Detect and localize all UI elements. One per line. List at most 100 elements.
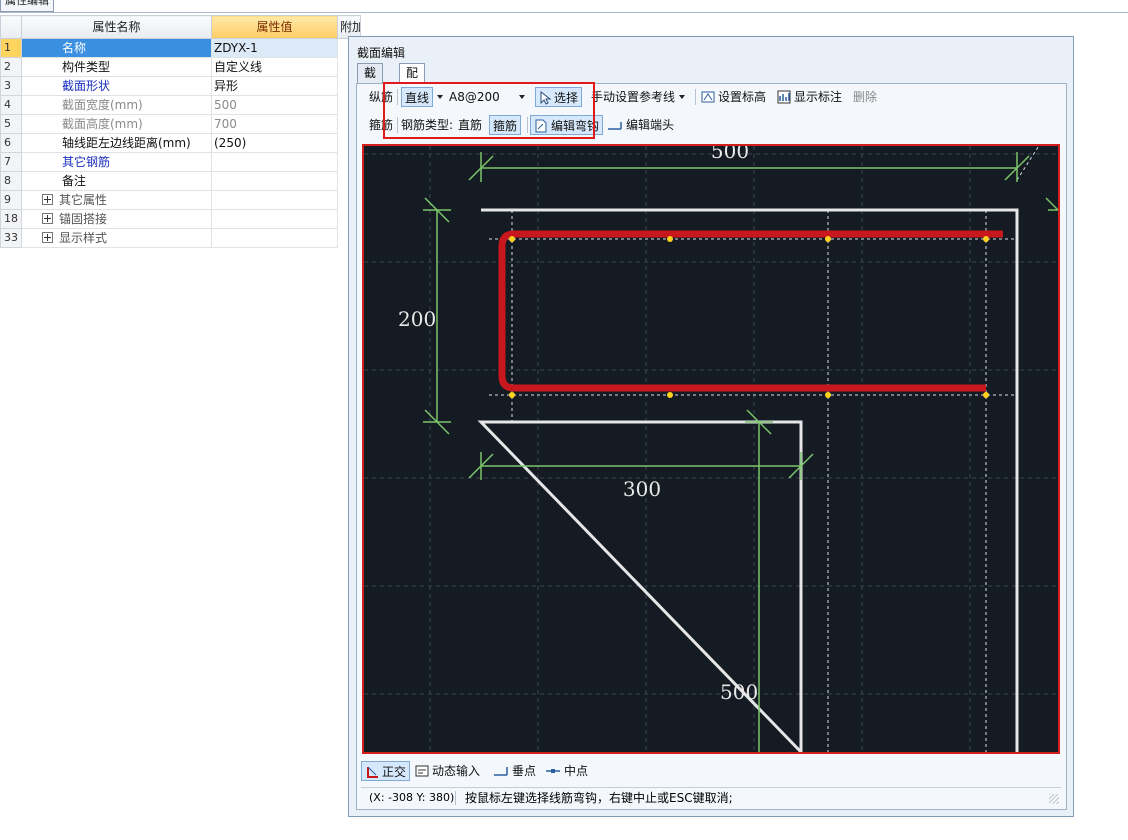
property-value[interactable] bbox=[211, 171, 338, 191]
elevation-icon bbox=[701, 91, 715, 103]
rebar-spec-value: A8@200 bbox=[449, 90, 500, 104]
tab-section[interactable]: 截面 bbox=[357, 63, 384, 99]
table-row[interactable]: 3 截面形状 异形 bbox=[0, 76, 361, 96]
toolbar-separator bbox=[397, 89, 398, 105]
ortho-toggle[interactable]: 正交 bbox=[361, 761, 411, 781]
row-number: 2 bbox=[0, 57, 22, 77]
delete-button[interactable]: 删除 bbox=[853, 87, 877, 107]
longitudinal-rebar-button[interactable]: 纵筋 bbox=[369, 87, 393, 107]
chevron-down-icon bbox=[678, 95, 685, 99]
edit-hook-button[interactable]: 编辑弯钩 bbox=[530, 115, 604, 135]
dimension-lines bbox=[423, 152, 1058, 752]
edit-end-button[interactable]: 编辑端头 bbox=[607, 115, 674, 135]
resize-grip-icon[interactable] bbox=[1049, 794, 1059, 804]
table-row[interactable]: 18 锚固搭接 bbox=[0, 209, 361, 229]
property-value[interactable] bbox=[211, 209, 338, 229]
table-row[interactable]: 2 构件类型 自定义线 bbox=[0, 57, 361, 77]
property-value[interactable]: 自定义线 bbox=[211, 57, 338, 77]
row-number: 33 bbox=[0, 228, 22, 248]
show-annotation-label: 显示标注 bbox=[794, 90, 843, 104]
status-divider bbox=[455, 791, 456, 805]
reinforcement-panel: 纵筋 直线 A8@200 选择 手动设置参考线 设置标高 显示标注 删除 箍筋 … bbox=[356, 82, 1067, 810]
cursor-coordinates: (X: -308 Y: 380) bbox=[369, 791, 455, 804]
group-label: 锚固搭接 bbox=[59, 212, 108, 226]
row-number: 1 bbox=[0, 38, 22, 58]
toolbar-row-2: 箍筋 钢筋类型: 直筋 箍筋 编辑弯钩 编辑端头 bbox=[361, 112, 1061, 136]
chevron-down-icon bbox=[437, 95, 443, 99]
status-bar: (X: -308 Y: 380) 按鼠标左键选择线筋弯钩，右键中止或ESC键取消… bbox=[361, 787, 1061, 808]
property-name[interactable]: 其它钢筋 bbox=[21, 152, 212, 172]
expand-icon[interactable] bbox=[42, 194, 53, 205]
midpoint-snap-toggle[interactable]: 中点 bbox=[545, 761, 588, 781]
property-value[interactable] bbox=[211, 228, 338, 248]
stirrup-button[interactable]: 箍筋 bbox=[369, 115, 393, 135]
property-name[interactable]: 构件类型 bbox=[21, 57, 212, 77]
dynamic-input-toggle[interactable]: 动态输入 bbox=[415, 761, 480, 781]
property-name[interactable]: 截面形状 bbox=[21, 76, 212, 96]
property-value[interactable]: 异形 bbox=[211, 76, 338, 96]
stirrup-rebar[interactable] bbox=[498, 230, 1003, 392]
row-number: 9 bbox=[0, 190, 22, 210]
hoop-bar-option[interactable]: 箍筋 bbox=[489, 115, 522, 135]
property-value[interactable]: ZDYX-1 bbox=[211, 38, 338, 58]
manual-reference-line-button[interactable]: 手动设置参考线 bbox=[591, 87, 685, 107]
perpendicular-snap-toggle[interactable]: 垂点 bbox=[493, 761, 536, 781]
ortho-label: 正交 bbox=[382, 765, 407, 779]
property-group[interactable]: 锚固搭接 bbox=[21, 209, 212, 229]
tab-reinforcement[interactable]: 配筋 bbox=[399, 63, 426, 99]
table-row[interactable]: 33 显示样式 bbox=[0, 228, 361, 248]
table-row[interactable]: 1 名称 ZDYX-1 bbox=[0, 38, 361, 58]
dynamic-input-icon bbox=[415, 765, 429, 777]
table-row[interactable]: 9 其它属性 bbox=[0, 190, 361, 210]
table-row[interactable]: 5 截面高度(mm) 700 bbox=[0, 114, 361, 134]
edit-hook-icon bbox=[535, 119, 547, 133]
section-edit-dialog: 截面编辑 截面 配筋 纵筋 直线 A8@200 选择 手动设置参考线 设置标高 … bbox=[348, 36, 1074, 817]
show-annotation-button[interactable]: 显示标注 bbox=[777, 87, 842, 107]
table-row[interactable]: 7 其它钢筋 bbox=[0, 152, 361, 172]
section-canvas[interactable]: 500 200 300 500 bbox=[362, 144, 1060, 754]
property-name[interactable]: 截面高度(mm) bbox=[21, 114, 212, 134]
toolbar-separator bbox=[527, 117, 528, 133]
select-label: 选择 bbox=[554, 91, 579, 105]
property-group[interactable]: 其它属性 bbox=[21, 190, 212, 210]
rebar-type-label: 钢筋类型: bbox=[401, 118, 454, 132]
table-row[interactable]: 6 轴线距左边线距离(mm) (250) bbox=[0, 133, 361, 153]
cursor-arrow-icon bbox=[540, 91, 551, 105]
snap-toolbar: 正交 动态输入 垂点 中点 bbox=[361, 758, 1061, 781]
table-row[interactable]: 8 备注 bbox=[0, 171, 361, 191]
property-name[interactable]: 截面宽度(mm) bbox=[21, 95, 212, 115]
header-property-value[interactable]: 属性值 bbox=[211, 15, 338, 39]
tab-property-edit[interactable]: 属性编辑 bbox=[0, 0, 54, 12]
table-row[interactable]: 4 截面宽度(mm) 500 bbox=[0, 95, 361, 115]
rebar-points bbox=[509, 236, 989, 398]
perpendicular-icon bbox=[494, 767, 508, 776]
line-mode-button[interactable]: 直线 bbox=[401, 87, 434, 107]
property-value[interactable] bbox=[211, 152, 338, 172]
midpoint-icon bbox=[546, 769, 560, 773]
group-label: 显示样式 bbox=[59, 231, 108, 245]
property-name[interactable]: 轴线距左边线距离(mm) bbox=[21, 133, 212, 153]
top-tab-strip: 属性编辑 bbox=[0, 0, 1128, 13]
property-value[interactable] bbox=[211, 190, 338, 210]
property-value[interactable]: (250) bbox=[211, 133, 338, 153]
expand-icon[interactable] bbox=[42, 213, 53, 224]
property-name[interactable]: 备注 bbox=[21, 171, 212, 191]
rebar-spec-combo[interactable]: A8@200 bbox=[449, 87, 531, 107]
header-property-name[interactable]: 属性名称 bbox=[21, 15, 212, 39]
toolbar-separator bbox=[397, 117, 398, 133]
straight-bar-option[interactable]: 直筋 bbox=[458, 115, 482, 135]
select-button[interactable]: 选择 bbox=[535, 87, 583, 107]
dialog-title: 截面编辑 bbox=[357, 46, 406, 60]
set-elevation-button[interactable]: 设置标高 bbox=[701, 87, 766, 107]
dimension-label-bottom: 500 bbox=[720, 680, 758, 704]
row-number: 4 bbox=[0, 95, 22, 115]
property-name[interactable]: 名称 bbox=[21, 38, 212, 58]
property-group[interactable]: 显示样式 bbox=[21, 228, 212, 248]
row-number: 3 bbox=[0, 76, 22, 96]
property-value[interactable]: 500 bbox=[211, 95, 338, 115]
property-value[interactable]: 700 bbox=[211, 114, 338, 134]
line-mode-dropdown[interactable] bbox=[437, 87, 443, 107]
dimension-label-left: 200 bbox=[398, 307, 436, 331]
expand-icon[interactable] bbox=[42, 232, 53, 243]
row-number: 7 bbox=[0, 152, 22, 172]
